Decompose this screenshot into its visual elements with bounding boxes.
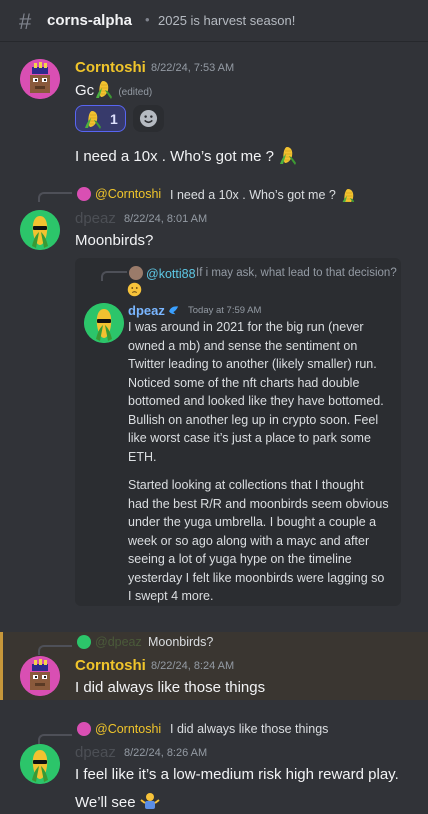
message-timestamp: 8/22/24, 8:01 AM bbox=[124, 213, 208, 225]
avatar[interactable] bbox=[20, 744, 60, 784]
corn-emoji-icon bbox=[279, 146, 297, 166]
avatar[interactable] bbox=[20, 210, 60, 250]
reply-preview[interactable]: Moonbirds? bbox=[148, 635, 213, 649]
embed-line: owned a mb) and sense the sentiment on bbox=[128, 338, 358, 353]
slightly-frowning-emoji-icon bbox=[127, 282, 142, 297]
header-separator: • bbox=[145, 12, 150, 27]
channel-topic[interactable]: 2025 is harvest season! bbox=[158, 13, 295, 28]
reply-preview[interactable]: I did always like those things bbox=[170, 722, 328, 736]
message-text: Gc bbox=[75, 82, 95, 99]
embed-line: Started looking at collections that I th… bbox=[128, 478, 364, 492]
channel-header: # corns-alpha • 2025 is harvest season! bbox=[0, 0, 428, 42]
embed-line: Bullish on another leg up in crypto soon… bbox=[128, 412, 379, 427]
message-text: I need a 10x . Who’s got me ? bbox=[75, 148, 275, 165]
quoted-message-embed[interactable]: @kotti88 If i may ask, what lead to that… bbox=[75, 258, 401, 606]
verified-bird-icon bbox=[169, 306, 179, 315]
message-text: I did always like those things bbox=[75, 679, 266, 696]
message-timestamp: 8/22/24, 7:53 AM bbox=[151, 62, 235, 74]
embed-line: yesterday I felt like moonbirds were lag… bbox=[128, 570, 385, 585]
embed-line: bottomed and looked like they have botto… bbox=[128, 394, 384, 408]
reply-author[interactable]: @kotti88 bbox=[146, 267, 196, 281]
message-content: We’ll see bbox=[75, 791, 160, 813]
reply-spine bbox=[38, 734, 72, 744]
message-author[interactable]: dpeaz bbox=[75, 210, 116, 227]
reaction-corn[interactable]: 1 bbox=[75, 105, 126, 132]
add-reaction-icon bbox=[139, 109, 158, 128]
embed-line: Twitter leading to another (likely small… bbox=[128, 357, 377, 371]
reply-spine bbox=[38, 192, 72, 202]
message-timestamp: 8/22/24, 8:26 AM bbox=[124, 747, 208, 759]
reaction-count: 1 bbox=[110, 111, 118, 127]
embed-line: I swept 4 more. bbox=[128, 589, 214, 603]
reply-preview[interactable]: If i may ask, what lead to that decision… bbox=[196, 267, 397, 279]
corn-emoji-icon bbox=[95, 80, 113, 100]
embed-line: I was around in 2021 for the big run (ne… bbox=[128, 320, 364, 334]
embed-line: seeing a lot of yuga hype on the timelin… bbox=[128, 552, 352, 566]
message-content: I need a 10x . Who’s got me ? bbox=[75, 145, 298, 167]
avatar[interactable] bbox=[20, 656, 60, 696]
embed-line: ETH. bbox=[128, 449, 157, 464]
reply-preview[interactable]: I need a 10x . Who’s got me ? bbox=[170, 187, 358, 208]
reply-author[interactable]: @Corntoshi bbox=[95, 187, 161, 201]
channel-hash-icon: # bbox=[19, 9, 32, 34]
message-text: I feel like it’s a low-medium risk high … bbox=[75, 766, 399, 783]
channel-name[interactable]: corns-alpha bbox=[47, 12, 132, 29]
reply-author[interactable]: @Corntoshi bbox=[95, 722, 161, 736]
avatar[interactable] bbox=[84, 303, 124, 343]
avatar[interactable] bbox=[20, 59, 60, 99]
message-author[interactable]: dpeaz bbox=[75, 744, 116, 761]
message-text: Moonbirds? bbox=[75, 232, 154, 249]
add-reaction-button[interactable] bbox=[133, 105, 164, 132]
corn-emoji-icon bbox=[340, 188, 358, 208]
message-content: Gc (edited) bbox=[75, 79, 152, 103]
message-author[interactable]: Corntoshi bbox=[75, 657, 146, 674]
message-text: We’ll see bbox=[75, 794, 136, 811]
embed-line: under the yuga umbrella. I bought a coup… bbox=[128, 515, 377, 529]
embed-line: week or so ago along with a mayc and aft… bbox=[128, 533, 370, 548]
reply-spine bbox=[38, 645, 72, 655]
embed-timestamp: Today at 7:59 AM bbox=[188, 305, 262, 316]
person-shrugging-emoji-icon bbox=[140, 793, 160, 809]
edited-label: (edited) bbox=[118, 87, 153, 98]
embed-paragraph: I was around in 2021 for the big run (ne… bbox=[128, 318, 384, 466]
embed-paragraph: Started looking at collections that I th… bbox=[128, 476, 389, 606]
reply-avatar bbox=[77, 187, 91, 201]
embed-line: Noticed some of the nft charts had doubl… bbox=[128, 375, 360, 390]
embed-line: like worst case it’s just a place to par… bbox=[128, 431, 371, 445]
reply-spine bbox=[101, 271, 127, 281]
reply-author[interactable]: @dpeaz bbox=[95, 635, 142, 649]
message-timestamp: 8/22/24, 8:24 AM bbox=[151, 660, 235, 672]
reply-avatar bbox=[77, 722, 91, 736]
corn-emoji-icon bbox=[84, 110, 102, 129]
message-author[interactable]: Corntoshi bbox=[75, 59, 146, 76]
embed-author[interactable]: dpeaz bbox=[128, 303, 165, 318]
embed-line: had the best R/R and moonbirds seem obvi… bbox=[128, 496, 389, 511]
reply-avatar bbox=[77, 635, 91, 649]
reply-avatar bbox=[129, 266, 143, 280]
